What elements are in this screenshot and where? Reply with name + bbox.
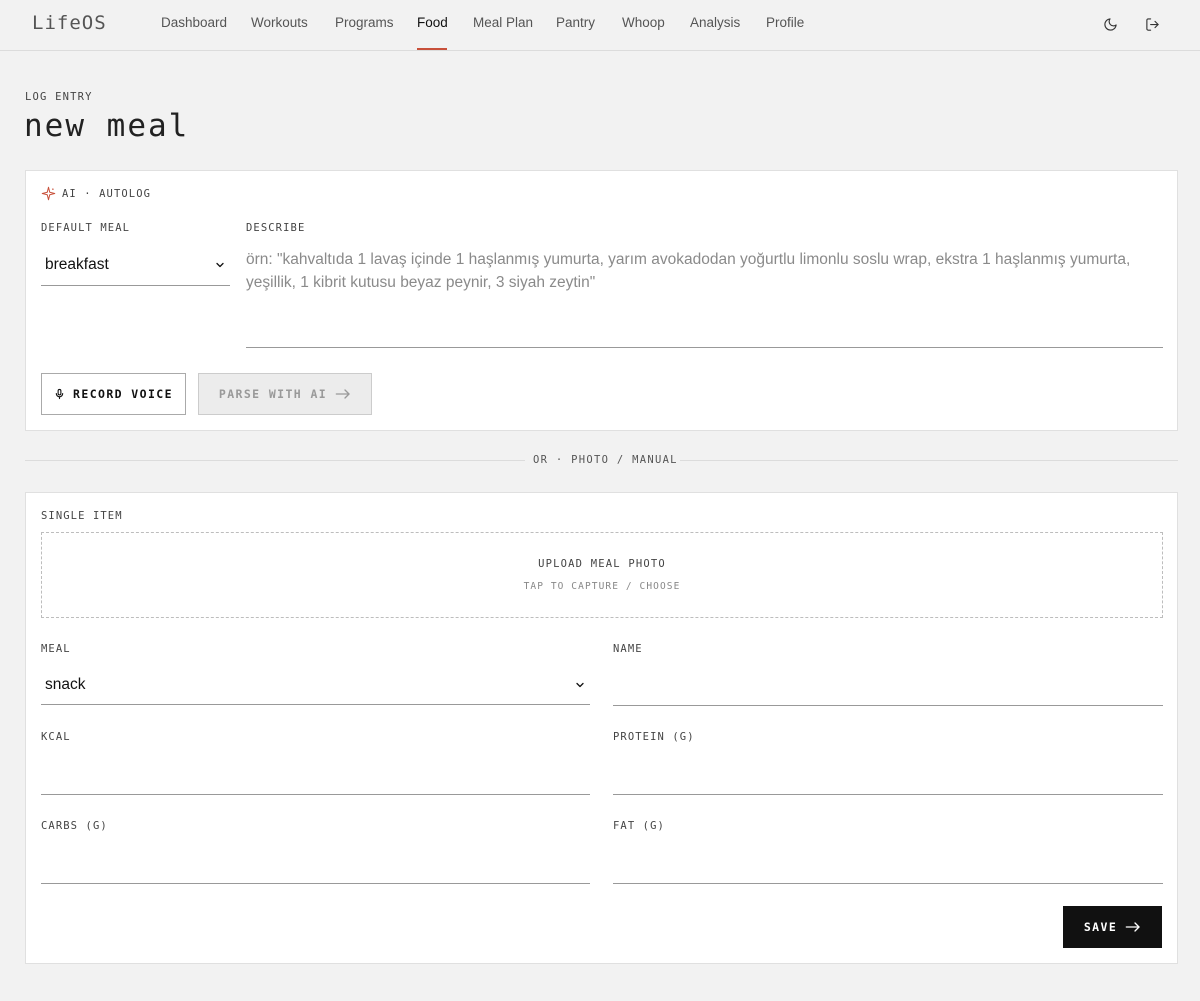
active-tab-indicator xyxy=(417,48,447,50)
nav-workouts[interactable]: Workouts xyxy=(251,15,308,30)
arrow-right-icon xyxy=(335,389,350,399)
divider-line-right xyxy=(680,460,1178,461)
save-label: SAVE xyxy=(1083,920,1118,934)
top-nav: LifeOS Dashboard Workouts Programs Food … xyxy=(0,0,1200,51)
page-eyebrow: LOG ENTRY xyxy=(25,91,93,103)
carbs-label: CARBS (G) xyxy=(41,820,108,832)
ai-autolog-title: AI · AUTOLOG xyxy=(62,187,152,200)
page-title: new meal xyxy=(24,108,190,144)
carbs-input[interactable] xyxy=(41,848,590,884)
logout-icon xyxy=(1145,17,1159,31)
name-input[interactable] xyxy=(613,670,1163,706)
ai-autolog-card: AI · AUTOLOG DEFAULT MEAL breakfast DESC… xyxy=(25,170,1178,431)
fat-label: FAT (G) xyxy=(613,820,665,832)
chevron-down-icon xyxy=(574,679,586,691)
single-item-card: SINGLE ITEM UPLOAD MEAL PHOTO TAP TO CAP… xyxy=(25,492,1178,964)
microphone-icon xyxy=(55,388,64,400)
meal-value: snack xyxy=(45,675,86,693)
record-voice-label: RECORD VOICE xyxy=(73,387,173,401)
nav-programs[interactable]: Programs xyxy=(335,15,394,30)
fat-input[interactable] xyxy=(613,848,1163,884)
nav-dashboard[interactable]: Dashboard xyxy=(161,15,227,30)
divider-line-left xyxy=(25,460,525,461)
app-logo[interactable]: LifeOS xyxy=(32,12,107,34)
protein-input[interactable] xyxy=(613,759,1163,795)
nav-analysis[interactable]: Analysis xyxy=(690,15,740,30)
divider-text: OR · PHOTO / MANUAL xyxy=(533,454,678,466)
describe-label: DESCRIBE xyxy=(246,222,306,234)
upload-title: UPLOAD MEAL PHOTO xyxy=(538,558,666,570)
nav-meal-plan[interactable]: Meal Plan xyxy=(473,15,533,30)
moon-icon xyxy=(1103,17,1117,31)
arrow-right-icon xyxy=(1125,922,1140,932)
save-button[interactable]: SAVE xyxy=(1063,906,1162,948)
default-meal-select[interactable]: breakfast xyxy=(41,245,230,286)
chevron-down-icon xyxy=(214,259,226,271)
parse-with-ai-button[interactable]: PARSE WITH AI xyxy=(198,373,372,415)
name-label: NAME xyxy=(613,643,643,655)
theme-toggle-button[interactable] xyxy=(1100,14,1120,34)
sparkle-icon xyxy=(41,186,56,201)
single-item-heading: SINGLE ITEM xyxy=(41,510,123,522)
describe-textarea[interactable]: örn: "kahvaltıda 1 lavaş içinde 1 haşlan… xyxy=(246,247,1163,348)
upload-hint: TAP TO CAPTURE / CHOOSE xyxy=(523,581,681,592)
upload-photo-dropzone[interactable]: UPLOAD MEAL PHOTO TAP TO CAPTURE / CHOOS… xyxy=(41,532,1163,618)
nav-pantry[interactable]: Pantry xyxy=(556,15,595,30)
kcal-label: KCAL xyxy=(41,731,71,743)
default-meal-label: DEFAULT MEAL xyxy=(41,222,131,234)
parse-with-ai-label: PARSE WITH AI xyxy=(218,387,328,401)
protein-label: PROTEIN (G) xyxy=(613,731,695,743)
nav-food[interactable]: Food xyxy=(417,15,448,30)
nav-profile[interactable]: Profile xyxy=(766,15,804,30)
ai-autolog-heading: AI · AUTOLOG xyxy=(41,186,151,201)
kcal-input[interactable] xyxy=(41,759,590,795)
default-meal-value: breakfast xyxy=(45,256,109,273)
logout-button[interactable] xyxy=(1142,14,1162,34)
meal-select[interactable]: snack xyxy=(41,665,590,705)
record-voice-button[interactable]: RECORD VOICE xyxy=(41,373,186,415)
nav-whoop[interactable]: Whoop xyxy=(622,15,665,30)
meal-label: MEAL xyxy=(41,643,71,655)
